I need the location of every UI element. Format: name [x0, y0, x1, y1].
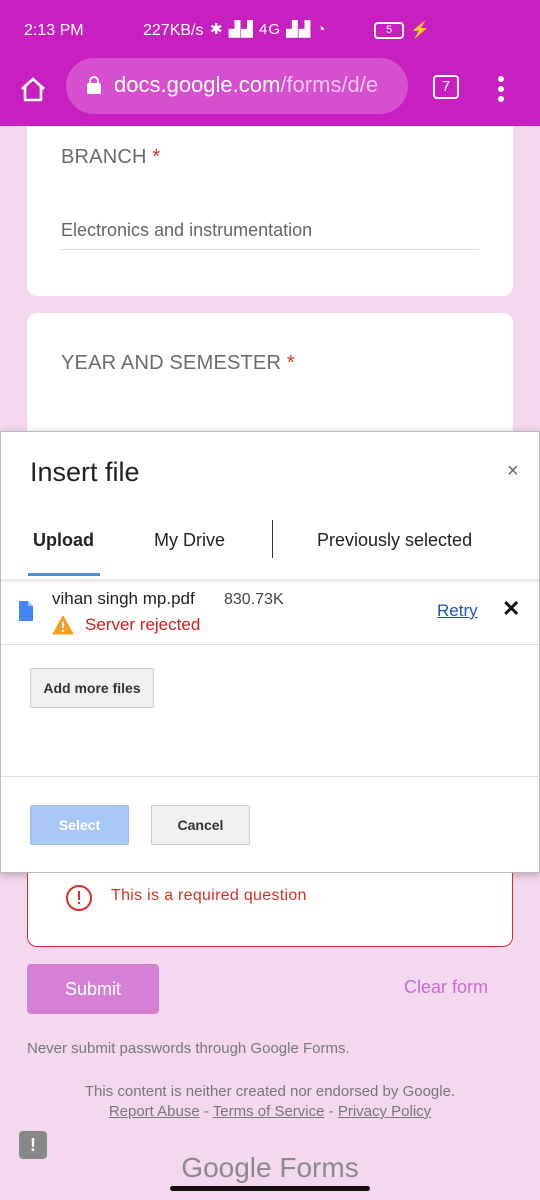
question-card-year-semester: YEAR AND SEMESTER *: [27, 313, 513, 433]
cancel-button[interactable]: Cancel: [151, 805, 250, 845]
terms-of-service-link[interactable]: Terms of Service: [213, 1103, 325, 1120]
upload-file-row: vihan singh mp.pdf 830.73K Server reject…: [1, 579, 540, 645]
overflow-menu-icon[interactable]: [496, 74, 506, 104]
select-button[interactable]: Select: [30, 805, 129, 845]
submit-button[interactable]: Submit: [27, 964, 159, 1014]
question-card-branch: BRANCH * Electronics and instrumentation: [27, 126, 513, 296]
signal-icons: ✱ ▟▟ 4G ▟▟ ◔: [210, 21, 327, 38]
google-forms-logo: Google Forms: [181, 1152, 359, 1183]
document-icon: [19, 601, 33, 621]
file-size: 830.73K: [224, 591, 284, 608]
tab-switcher-button[interactable]: 7: [433, 75, 459, 99]
branch-answer-input[interactable]: Electronics and instrumentation: [61, 220, 479, 250]
question-title: BRANCH *: [61, 146, 161, 168]
disclaimer-text: This content is neither created nor endo…: [84, 1083, 456, 1100]
error-message: This is a required question: [111, 887, 307, 904]
question-title: YEAR AND SEMESTER *: [61, 352, 295, 374]
network-speed: 227KB/s: [143, 22, 204, 39]
upload-question-card: This is a required question: [27, 873, 513, 947]
privacy-policy-link[interactable]: Privacy Policy: [338, 1103, 431, 1120]
lock-icon: [87, 76, 101, 94]
address-bar[interactable]: docs.google.com/forms/d/e: [66, 58, 408, 114]
password-warning: Never submit passwords through Google Fo…: [27, 1040, 350, 1057]
retry-link[interactable]: Retry: [437, 601, 478, 621]
status-bar: 2:13 PM 227KB/s ✱ ▟▟ 4G ▟▟ ◔ 5 ⚡: [0, 0, 540, 62]
tab-my-drive[interactable]: My Drive: [154, 530, 225, 551]
battery-icon: 5: [374, 22, 404, 39]
upload-status: Server rejected: [85, 615, 201, 634]
warning-icon: [52, 615, 74, 635]
status-time: 2:13 PM: [24, 22, 84, 39]
dialog-tabs: Upload My Drive Previously selected: [1, 510, 540, 578]
insert-file-dialog: Insert file × Upload My Drive Previously…: [0, 431, 540, 873]
tab-previously-selected[interactable]: Previously selected: [317, 530, 472, 551]
remove-file-icon[interactable]: ✕: [502, 596, 520, 622]
error-icon: [66, 885, 92, 911]
browser-toolbar: docs.google.com/forms/d/e 7: [0, 58, 540, 126]
url-text: docs.google.com/forms/d/e: [114, 72, 379, 97]
home-icon[interactable]: [18, 74, 48, 104]
link-separator: -: [324, 1103, 338, 1120]
report-abuse-link[interactable]: Report Abuse: [109, 1103, 200, 1120]
add-more-files-button[interactable]: Add more files: [30, 668, 154, 708]
footer-links: Report Abuse - Terms of Service - Privac…: [0, 1103, 540, 1120]
gesture-home-bar[interactable]: [170, 1186, 370, 1191]
charging-icon: ⚡: [410, 22, 430, 39]
tab-upload[interactable]: Upload: [33, 530, 94, 551]
dialog-title: Insert file: [30, 457, 140, 487]
file-name: vihan singh mp.pdf: [52, 589, 195, 608]
clear-form-link[interactable]: Clear form: [404, 977, 488, 998]
tab-separator: [272, 520, 273, 558]
dialog-footer-divider: [1, 776, 540, 777]
close-icon[interactable]: ×: [507, 460, 519, 483]
link-separator: -: [199, 1103, 213, 1120]
